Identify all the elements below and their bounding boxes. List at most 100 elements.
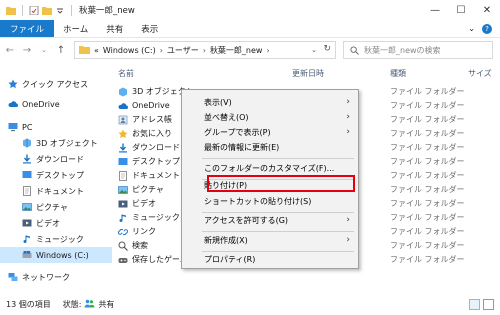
help-icon[interactable]: ? (482, 23, 492, 34)
details-view-icon[interactable] (469, 299, 480, 310)
menu-item-label: プロパティ(R) (204, 255, 256, 264)
list-item[interactable]: ピクチャ (118, 183, 164, 196)
properties-icon[interactable] (29, 5, 39, 15)
tab-file[interactable]: ファイル (0, 20, 55, 37)
address-dropdown-icon[interactable]: ⌄ (311, 46, 317, 54)
sidebar-item-videos[interactable]: ビデオ (22, 215, 60, 231)
recent-locations-button[interactable]: ⌄ (37, 43, 51, 57)
breadcrumb-drive[interactable]: Windows (C:) (103, 46, 156, 55)
star-icon (118, 129, 128, 139)
breadcrumb-current[interactable]: 秋葉一郎_new (210, 45, 263, 56)
column-header-name[interactable]: 名前 (118, 68, 134, 79)
network-icon (8, 272, 18, 282)
sidebar-item-downloads[interactable]: ダウンロード (22, 151, 84, 167)
desktop-icon (118, 157, 128, 167)
menu-item-view[interactable]: 表示(V) › (182, 95, 358, 110)
sidebar-item-label: Windows (C:) (36, 250, 89, 260)
toolbar-divider (22, 4, 23, 16)
column-header-size[interactable]: サイズ (468, 68, 492, 79)
list-item[interactable]: リンク (117, 225, 156, 238)
menu-item-customize-folder[interactable]: このフォルダーのカスタマイズ(F)... (182, 161, 358, 176)
search-icon (350, 45, 359, 55)
back-button[interactable]: ← (3, 43, 17, 57)
maximize-button[interactable]: ☐ (448, 0, 474, 20)
menu-item-refresh[interactable]: 最新の情報に更新(E) (182, 140, 358, 155)
tab-share[interactable]: 共有 (97, 20, 132, 37)
menu-separator (202, 158, 354, 159)
tab-home[interactable]: ホーム (54, 20, 97, 37)
sidebar-item-windows-c[interactable]: Windows (C:) (0, 247, 112, 263)
list-item[interactable]: ミュージック (118, 211, 180, 224)
picture-icon (118, 185, 128, 195)
file-type: ファイル フォルダー (390, 143, 465, 152)
breadcrumb-separator[interactable]: › (266, 46, 269, 55)
file-name: リンク (132, 227, 156, 236)
refresh-icon[interactable]: ↻ (323, 44, 331, 54)
state-label: 状態: (62, 300, 82, 309)
list-item[interactable]: 保存したゲーム (118, 253, 188, 266)
menu-item-paste-shortcut[interactable]: ショートカットの貼り付け(S) (182, 194, 358, 209)
document-icon (118, 170, 128, 181)
breadcrumb-separator[interactable]: › (203, 46, 206, 55)
sidebar-item-music[interactable]: ミュージック (22, 231, 84, 247)
download-icon (22, 154, 32, 164)
list-item[interactable]: 検索 (118, 239, 148, 252)
quick-access-toolbar (6, 4, 75, 16)
list-item[interactable]: OneDrive (118, 99, 170, 112)
customize-toolbar-icon[interactable] (55, 6, 65, 15)
column-header-type[interactable]: 種類 (390, 68, 406, 79)
ribbon-right-controls: ⌄ ? (468, 20, 500, 37)
list-item[interactable]: デスクトップ (118, 155, 180, 168)
ribbon-tabs: ファイル ホーム 共有 表示 ⌄ ? (0, 20, 500, 38)
file-type: ファイル フォルダー (390, 227, 465, 236)
sidebar-item-label: OneDrive (22, 99, 60, 109)
sidebar-item-quick-access[interactable]: クイック アクセス (8, 76, 88, 92)
expand-ribbon-icon[interactable]: ⌄ (468, 24, 475, 33)
list-item[interactable]: お気に入り (118, 127, 172, 140)
breadcrumb-separator[interactable]: › (160, 46, 163, 55)
view-switcher (469, 299, 494, 310)
file-name: お気に入り (132, 129, 172, 138)
sidebar-item-network[interactable]: ネットワーク (8, 269, 70, 285)
menu-item-label: アクセスを許可する(G) (204, 216, 289, 225)
tab-view[interactable]: 表示 (132, 20, 167, 37)
sidebar-item-3d-objects[interactable]: 3D オブジェクト (22, 135, 98, 151)
window-controls: — ☐ ✕ (422, 0, 500, 20)
sidebar-item-documents[interactable]: ドキュメント (22, 183, 84, 199)
menu-item-label: 表示(V) (204, 98, 232, 107)
list-item[interactable]: ダウンロード (118, 141, 180, 154)
menu-item-new[interactable]: 新規作成(X) › (182, 233, 358, 248)
column-header-date[interactable]: 更新日時 (292, 68, 324, 79)
sidebar-item-label: ダウンロード (36, 154, 84, 164)
menu-item-properties[interactable]: プロパティ(R) (182, 252, 358, 267)
up-button[interactable]: ↑ (54, 43, 68, 57)
minimize-button[interactable]: — (422, 0, 448, 20)
file-name: ダウンロード (132, 143, 180, 152)
search-icon (118, 241, 128, 251)
sidebar-item-pictures[interactable]: ピクチャ (22, 199, 68, 215)
large-icons-view-icon[interactable] (483, 299, 494, 310)
menu-item-group-by[interactable]: グループで表示(P) › (182, 125, 358, 140)
navigation-pane: クイック アクセス OneDrive PC 3D オブジェクト ダウンロード デ… (0, 62, 112, 294)
breadcrumb-users[interactable]: ユーザー (167, 45, 199, 56)
close-button[interactable]: ✕ (474, 0, 500, 20)
menu-item-sort-by[interactable]: 並べ替え(O) › (182, 110, 358, 125)
list-item[interactable]: アドレス帳 (118, 113, 172, 126)
list-item[interactable]: ビデオ (118, 197, 156, 210)
address-bar[interactable]: « Windows (C:) › ユーザー › 秋葉一郎_new › ⌄ ↻ (74, 41, 336, 59)
file-type: ファイル フォルダー (390, 213, 465, 222)
sidebar-item-onedrive[interactable]: OneDrive (8, 96, 60, 112)
forward-button[interactable]: → (20, 43, 34, 57)
file-name: OneDrive (132, 101, 170, 110)
search-input[interactable]: 秋葉一郎_newの検索 (343, 41, 493, 59)
new-folder-icon[interactable] (42, 6, 52, 15)
sidebar-item-label: デスクトップ (36, 170, 84, 180)
list-item[interactable]: ドキュメント (118, 169, 180, 182)
sidebar-item-pc[interactable]: PC (8, 119, 32, 135)
pc-icon (8, 122, 18, 132)
sidebar-item-desktop[interactable]: デスクトップ (22, 167, 84, 183)
status-bar: 13 個の項目 状態: 共有 (0, 294, 500, 315)
file-type: ファイル フォルダー (390, 157, 465, 166)
menu-item-give-access[interactable]: アクセスを許可する(G) › (182, 213, 358, 228)
breadcrumb-prefix[interactable]: « (94, 46, 99, 55)
